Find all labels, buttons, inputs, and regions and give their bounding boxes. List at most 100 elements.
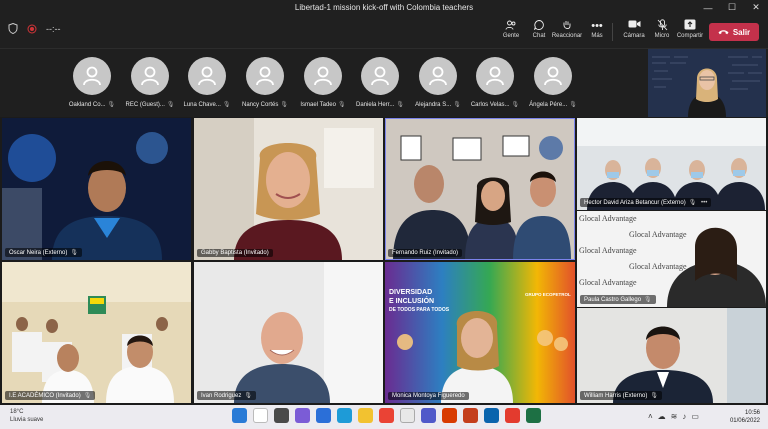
chat-button[interactable]: Chat xyxy=(524,19,554,39)
mic-button[interactable]: Micro xyxy=(647,19,677,39)
more-label: Más xyxy=(591,33,603,39)
chrome-icon[interactable] xyxy=(379,408,394,423)
participant-name: Oakland Co... xyxy=(68,102,106,108)
avatar xyxy=(476,57,514,95)
video-tile[interactable]: Oscar Neira (Externo) 🎙 xyxy=(2,118,191,260)
participant-name: Daniela Herr... xyxy=(356,102,395,108)
participant-name: REC (Guest)... xyxy=(125,102,165,108)
glocal-text: Glocal Advantage xyxy=(629,262,687,271)
leave-button[interactable]: Salir xyxy=(709,23,759,41)
mic-muted-icon: 🎙 xyxy=(83,393,92,399)
share-button[interactable]: Compartir xyxy=(675,19,705,39)
participant-name: Ángela Pére... xyxy=(529,102,568,108)
clock[interactable]: 10:56 01/06/2022 xyxy=(730,409,760,425)
minimize-button[interactable]: — xyxy=(696,0,720,15)
file-explorer-icon[interactable] xyxy=(358,408,373,423)
share-icon xyxy=(684,19,696,33)
participant-avatar[interactable]: Oakland Co... 🎙 xyxy=(63,57,121,108)
participant-name-label: Hector David Ariza Betancur (Externo) 🎙 •… xyxy=(580,198,712,207)
banner-brand: GRUPO ECOPETROL xyxy=(525,292,571,297)
excel-icon[interactable] xyxy=(526,408,541,423)
participant-name-label: Monica Montoya Figueredo xyxy=(388,392,469,400)
glocal-text: Glocal Advantage xyxy=(579,278,637,287)
search-icon[interactable] xyxy=(253,408,268,423)
people-icon xyxy=(505,19,517,33)
mic-muted-icon: 🎙 xyxy=(70,250,78,256)
cloud-icon[interactable]: ☁ xyxy=(658,412,666,421)
mic-muted-icon: 🎙 xyxy=(650,393,658,399)
system-tray: ˄ ☁ ≋ ♪ ▭ xyxy=(648,412,699,421)
people-label: Gente xyxy=(502,33,520,39)
mic-muted-icon: 🎙 xyxy=(511,102,520,108)
task-view-icon[interactable] xyxy=(274,408,289,423)
chevron-up-icon[interactable]: ˄ xyxy=(648,412,653,421)
video-tile-active-speaker[interactable]: Fernando Ruiz (Invitado) xyxy=(385,118,575,260)
avatar xyxy=(188,57,226,95)
mic-muted-icon: 🎙 xyxy=(244,393,252,399)
participant-name-label: William Harris (Externo) 🎙 xyxy=(580,391,662,400)
banner-line1: DIVERSIDAD xyxy=(389,289,432,296)
video-tile[interactable]: DIVERSIDAD E INCLUSIÓN DE TODOS PARA TOD… xyxy=(385,262,575,403)
react-icon xyxy=(561,19,573,33)
participant-avatar[interactable]: Carlos Velas... 🎙 xyxy=(466,57,524,108)
participant-name: Nancy Cortés xyxy=(242,102,279,108)
windows-taskbar: 18°C Lluvia suave ˄ ☁ ≋ ♪ ▭ 10:56 01/06/… xyxy=(0,405,768,429)
participant-avatar[interactable]: Nancy Cortés 🎙 xyxy=(236,57,294,108)
leave-label: Salir xyxy=(732,27,751,37)
mic-muted-icon: 🎙 xyxy=(222,102,231,108)
participant-avatar[interactable]: Daniela Herr... 🎙 xyxy=(351,57,409,108)
video-tile[interactable]: Ivan Rodriguez 🎙 xyxy=(194,262,383,403)
app-icon[interactable] xyxy=(505,408,520,423)
mic-muted-icon: 🎙 xyxy=(396,102,404,108)
office-icon[interactable] xyxy=(442,408,457,423)
weather-widget[interactable]: 18°C Lluvia suave xyxy=(10,408,43,424)
self-view-video[interactable] xyxy=(648,49,766,117)
tile-name: Gabby Baptista (Invitado) xyxy=(201,250,269,256)
video-tile[interactable]: I.E ACADÉMICO (Invitado) 🎙 xyxy=(2,262,191,403)
shield-icon[interactable] xyxy=(8,23,18,34)
clock-time: 10:56 xyxy=(744,410,760,416)
widgets-icon[interactable] xyxy=(316,408,331,423)
edge-icon[interactable] xyxy=(337,408,352,423)
participant-name-label: Paula Castro Gallego 🎙 xyxy=(580,295,656,304)
mic-off-icon xyxy=(657,19,668,33)
tile-name: Paula Castro Gallego xyxy=(584,297,642,303)
react-button[interactable]: Reaccionar xyxy=(552,19,582,39)
powerpoint-icon[interactable] xyxy=(463,408,478,423)
tile-name: Ivan Rodriguez xyxy=(201,393,242,399)
video-tile[interactable]: Glocal Advantage Glocal Advantage Glocal… xyxy=(577,211,766,307)
glocal-text: Glocal Advantage xyxy=(629,230,687,239)
more-options-icon[interactable]: ••• xyxy=(699,200,707,206)
teams-chat-icon[interactable] xyxy=(295,408,310,423)
mic-muted-icon: 🎙 xyxy=(453,102,461,108)
battery-icon[interactable]: ▭ xyxy=(691,412,699,421)
close-window-button[interactable]: ✕ xyxy=(744,0,768,15)
video-tile[interactable]: William Harris (Externo) 🎙 xyxy=(577,308,766,403)
video-tile[interactable]: Gabby Baptista (Invitado) xyxy=(194,118,383,260)
window-title: Libertad-1 mission kick-off with Colombi… xyxy=(294,3,474,12)
outlook-icon[interactable] xyxy=(484,408,499,423)
avatar xyxy=(534,57,572,95)
people-button[interactable]: Gente xyxy=(496,19,526,39)
mic-label: Micro xyxy=(654,33,670,39)
window-title-bar: Libertad-1 mission kick-off with Colombi… xyxy=(0,0,768,15)
participant-name: Alejandra S... xyxy=(415,102,452,108)
camera-button[interactable]: Cámara xyxy=(619,19,649,39)
participant-avatar[interactable]: Luna Chave... 🎙 xyxy=(178,57,236,108)
store-icon[interactable] xyxy=(400,408,415,423)
participant-avatar[interactable]: Ángela Pére... 🎙 xyxy=(524,57,582,108)
wifi-icon[interactable]: ≋ xyxy=(671,412,678,421)
meeting-toolbar: --:-- Gente Chat Reaccionar ••• Más Cáma… xyxy=(0,15,768,49)
maximize-button[interactable]: ☐ xyxy=(720,0,744,15)
participant-avatar[interactable]: REC (Guest)... 🎙 xyxy=(121,57,179,108)
video-tile[interactable]: Hector David Ariza Betancur (Externo) 🎙 •… xyxy=(577,118,766,210)
volume-icon[interactable]: ♪ xyxy=(682,412,686,421)
participant-avatar[interactable]: Ismael Tadeo 🎙 xyxy=(294,57,352,108)
avatar xyxy=(361,57,399,95)
start-icon[interactable] xyxy=(232,408,247,423)
more-button[interactable]: ••• Más xyxy=(582,19,612,39)
mic-muted-icon: 🎙 xyxy=(107,102,116,108)
taskbar-apps xyxy=(232,408,541,423)
participant-avatar[interactable]: Alejandra S... 🎙 xyxy=(409,57,467,108)
teams-icon[interactable] xyxy=(421,408,436,423)
